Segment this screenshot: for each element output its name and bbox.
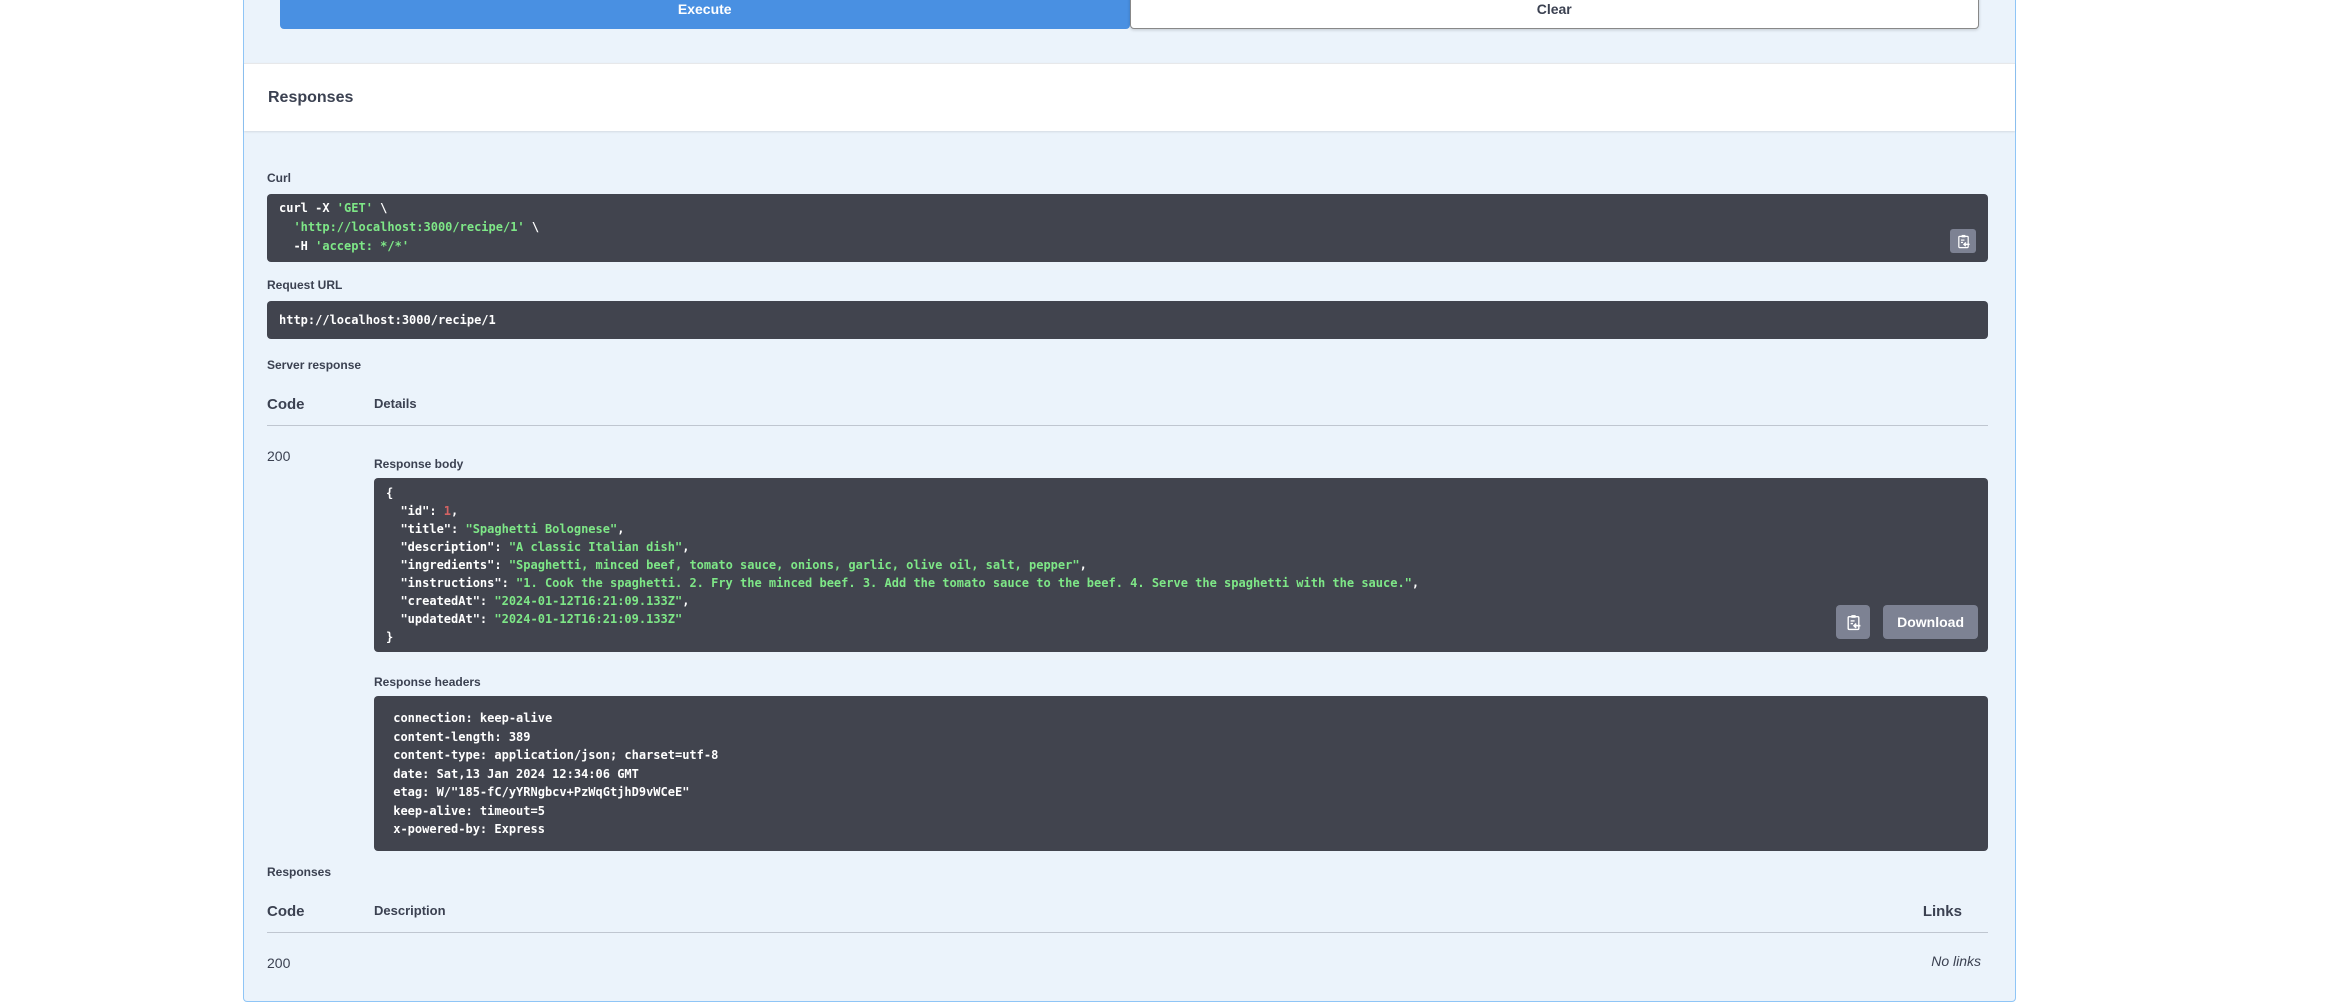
copy-response-button[interactable] (1836, 605, 1871, 639)
server-response-label: Server response (267, 358, 362, 372)
curl-command-block: curl -X 'GET' \ 'http://localhost:3000/r… (267, 194, 1988, 262)
request-url-block: http://localhost:3000/recipe/1 (267, 301, 1988, 339)
details-column-header: Details (374, 396, 417, 411)
doc-response-description (374, 953, 1931, 971)
responses-section-title: Responses (268, 88, 354, 106)
response-headers-code: connection: keep-alive content-length: 3… (386, 711, 726, 836)
copy-icon (1845, 614, 1862, 631)
responses-doc-table-header: Code Description Links (267, 903, 1988, 933)
response-body-actions: Download (1836, 605, 1978, 639)
server-response-table: Code Details 200 Response body { "id": 1… (267, 396, 1988, 851)
responses-content: Curl curl -X 'GET' \ 'http://localhost:3… (244, 171, 2015, 971)
server-response-table-header: Code Details (267, 396, 1988, 426)
download-button[interactable]: Download (1883, 605, 1978, 639)
response-headers-block: connection: keep-alive content-length: 3… (374, 696, 1988, 851)
operation-panel: Execute Clear Responses Curl curl -X 'GE… (243, 0, 2016, 1002)
code-column-header: Code (267, 396, 305, 413)
response-headers-label: Response headers (374, 675, 481, 689)
server-response-row: 200 Response body { "id": 1, "title": "S… (267, 426, 1988, 851)
response-body-json: { "id": 1, "title": "Spaghetti Bolognese… (386, 486, 1420, 644)
copy-icon (1956, 234, 1971, 249)
request-url-label: Request URL (267, 278, 343, 292)
doc-status-code: 200 (267, 955, 291, 971)
execute-button[interactable]: Execute (280, 0, 1130, 29)
clear-button[interactable]: Clear (1129, 0, 1979, 29)
page: Execute Clear Responses Curl curl -X 'GE… (0, 0, 2327, 1006)
responses-section-header: Responses (244, 63, 2015, 131)
curl-command-code: curl -X 'GET' \ 'http://localhost:3000/r… (279, 201, 540, 253)
curl-label: Curl (267, 171, 291, 185)
doc-links-column-header: Links (1922, 903, 1962, 920)
response-body-label: Response body (374, 457, 464, 471)
execute-clear-bar: Execute Clear (280, 0, 1979, 29)
doc-description-column-header: Description (374, 903, 446, 918)
doc-code-column-header: Code (267, 903, 305, 920)
response-body-block: { "id": 1, "title": "Spaghetti Bolognese… (374, 478, 1988, 652)
status-code: 200 (267, 448, 291, 464)
doc-links-value: No links (1931, 953, 1981, 969)
request-url-value: http://localhost:3000/recipe/1 (279, 313, 496, 327)
responses-doc-table: Code Description Links 200 No links (267, 903, 1988, 971)
responses-doc-label: Responses (267, 865, 332, 879)
responses-doc-row: 200 No links (267, 933, 1988, 971)
copy-curl-button[interactable] (1950, 229, 1976, 253)
